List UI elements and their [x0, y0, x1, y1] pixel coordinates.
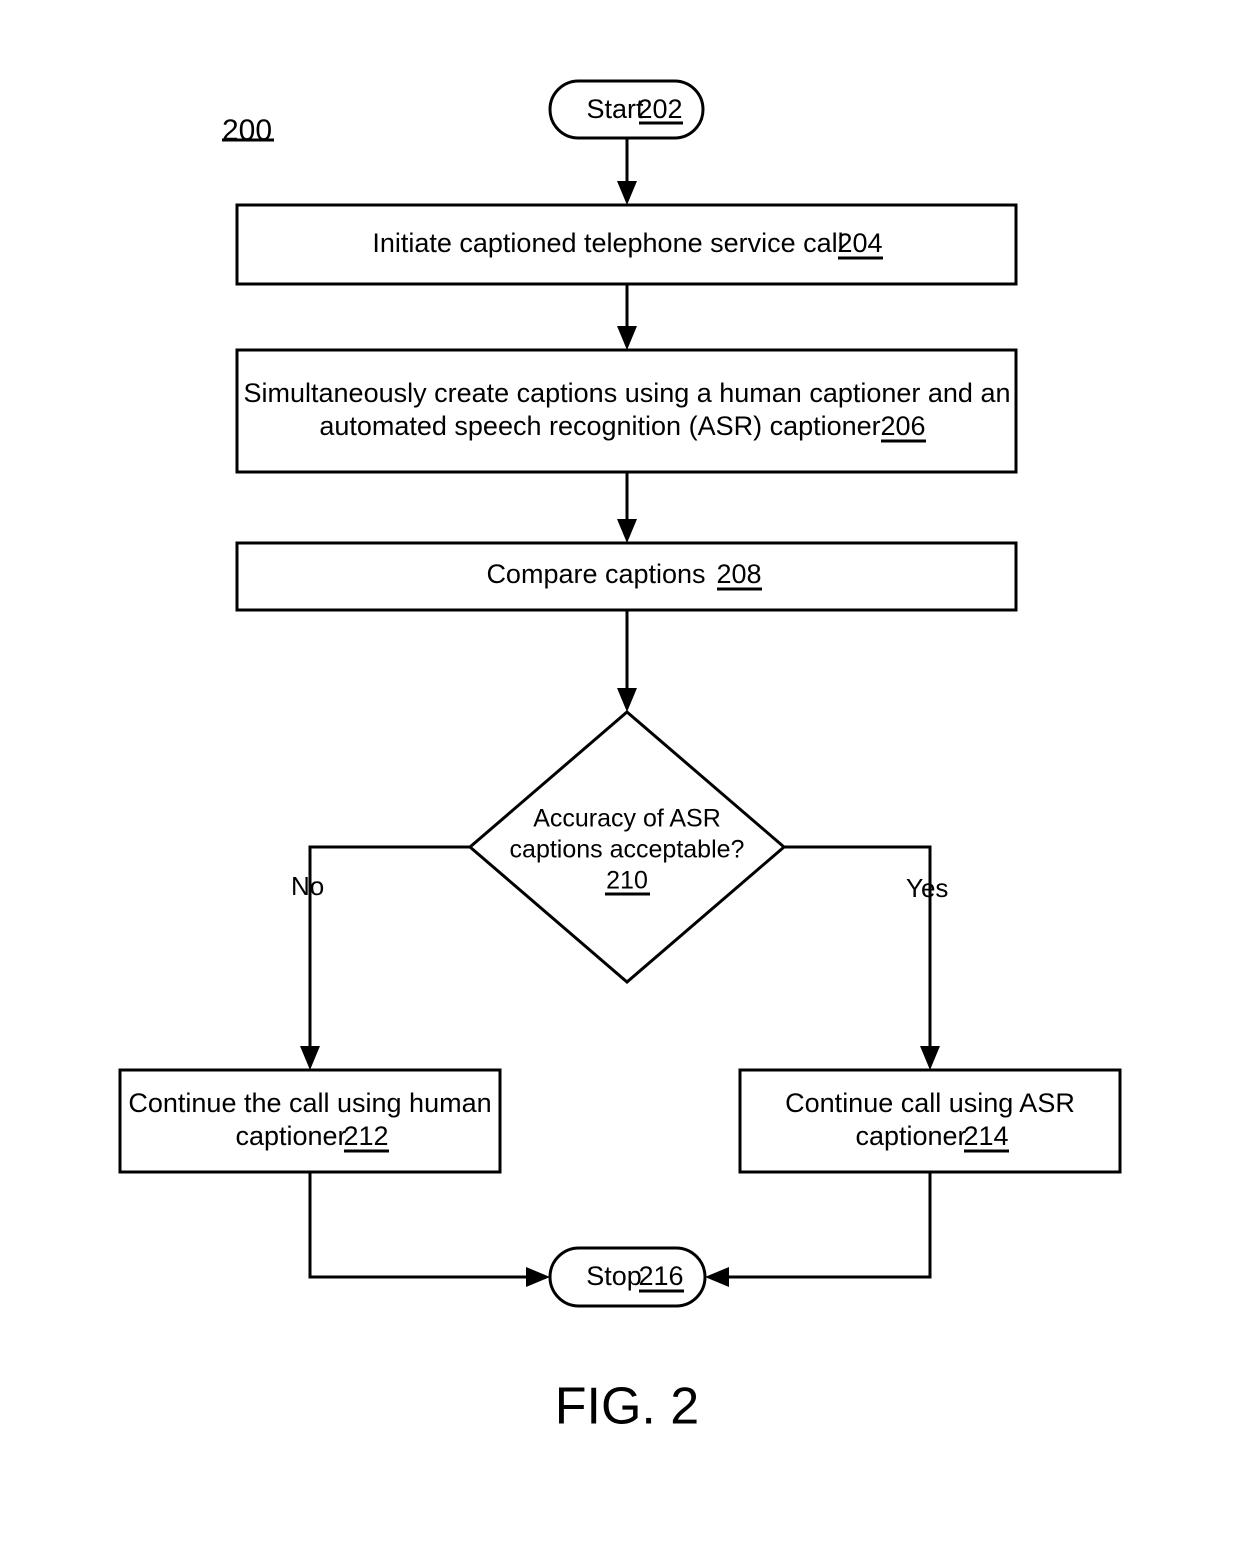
arrowhead-down-icon	[920, 1046, 940, 1070]
node-compare-captions-208[interactable]: Compare captions 208	[235, 541, 1018, 612]
connector-start-to-204	[617, 138, 637, 205]
connector-208-to-210	[617, 610, 637, 712]
node-stop-216[interactable]: Stop 216	[548, 1246, 707, 1308]
arrowhead-down-icon	[617, 519, 637, 543]
left-to-stop-path	[308, 1172, 535, 1279]
figure-page: 200 Start 202 Initiate captioned telepho…	[0, 0, 1240, 1560]
continue-human-line2: captioner	[235, 1121, 346, 1151]
create-captions-line2: automated speech recognition (ASR) capti…	[319, 411, 880, 441]
node-decision-accuracy-210[interactable]: Accuracy of ASR captions acceptable? 210	[467, 710, 787, 984]
initiate-call-label: Initiate captioned telephone service cal…	[372, 228, 843, 258]
branch-yes: Yes	[784, 845, 948, 1070]
decision-ref: 210	[606, 867, 648, 895]
decision-line2: captions acceptable?	[510, 836, 745, 864]
continue-human-ref: 212	[343, 1121, 388, 1151]
arrowhead-down-icon	[617, 688, 637, 712]
connector-206-to-208	[617, 472, 637, 543]
continue-asr-line1: Continue call using ASR	[785, 1088, 1075, 1118]
connector-212-to-stop	[308, 1172, 550, 1287]
create-captions-ref: 206	[880, 411, 925, 441]
arrowhead-left-icon	[705, 1267, 729, 1287]
figure-caption: FIG. 2	[555, 1378, 699, 1436]
figure-number-text: 200	[222, 114, 272, 147]
continue-human-line1: Continue the call using human	[128, 1088, 491, 1118]
arrowhead-down-icon	[300, 1046, 320, 1070]
flowchart-diagram: 200 Start 202 Initiate captioned telepho…	[118, 79, 1122, 1436]
connector-204-to-206	[617, 284, 637, 350]
branch-yes-label: Yes	[906, 873, 948, 903]
start-node-label: Start	[586, 94, 644, 124]
branch-no: No	[291, 845, 470, 1070]
arrowhead-down-icon	[617, 326, 637, 350]
compare-captions-ref: 208	[716, 559, 761, 589]
node-create-captions-206[interactable]: Simultaneously create captions using a h…	[235, 348, 1018, 474]
right-to-stop-path	[720, 1172, 932, 1279]
continue-asr-line2: captioner	[855, 1121, 966, 1151]
branch-no-label: No	[291, 871, 324, 901]
node-start-202[interactable]: Start 202	[548, 79, 705, 140]
stop-node-ref: 216	[638, 1261, 683, 1291]
connector-214-to-stop	[705, 1172, 932, 1287]
figure-number-label: 200	[222, 114, 274, 147]
create-captions-line1: Simultaneously create captions using a h…	[244, 378, 1011, 408]
no-branch-path	[308, 845, 470, 1055]
decision-line1: Accuracy of ASR	[533, 805, 721, 833]
node-continue-human-212[interactable]: Continue the call using human captioner …	[118, 1068, 502, 1174]
node-initiate-call-204[interactable]: Initiate captioned telephone service cal…	[235, 203, 1018, 286]
continue-asr-ref: 214	[963, 1121, 1008, 1151]
arrowhead-down-icon	[617, 181, 637, 205]
stop-node-label: Stop	[586, 1261, 642, 1291]
initiate-call-ref: 204	[837, 228, 882, 258]
arrowhead-right-icon	[526, 1267, 550, 1287]
start-node-ref: 202	[637, 94, 682, 124]
compare-captions-label: Compare captions	[486, 559, 705, 589]
node-continue-asr-214[interactable]: Continue call using ASR captioner 214	[738, 1068, 1122, 1174]
